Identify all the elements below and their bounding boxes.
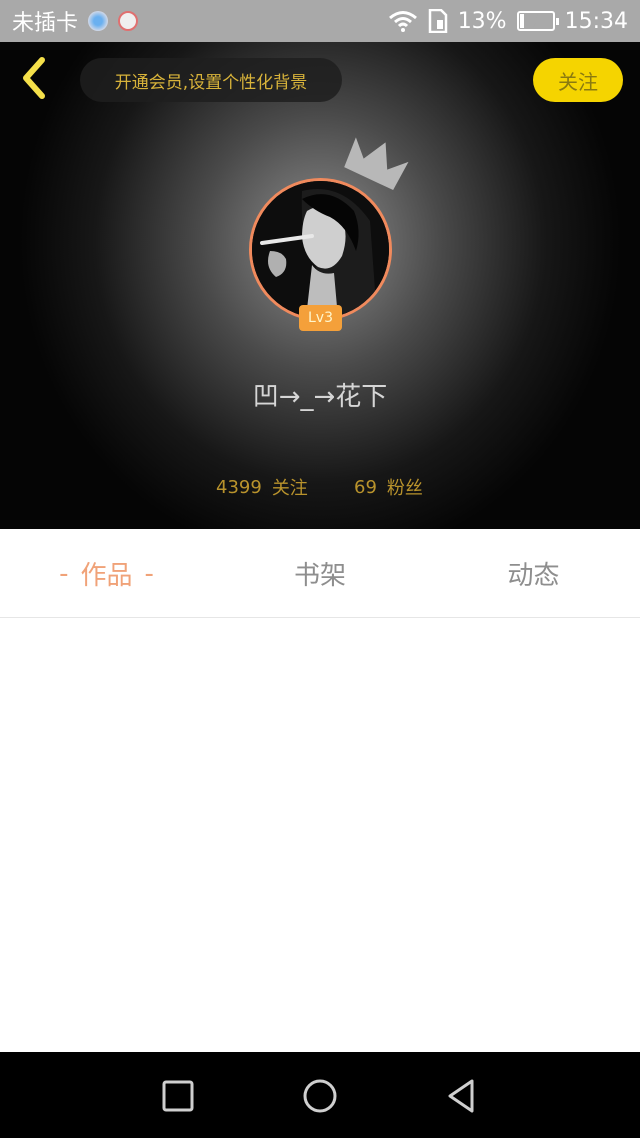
- content-area: [0, 618, 640, 1052]
- tab-active-dash-right: -: [144, 558, 154, 589]
- following-label: 关注: [271, 478, 308, 499]
- wifi-icon: [388, 11, 417, 32]
- status-left: 未插卡: [12, 5, 139, 37]
- tab-activity[interactable]: 动态: [427, 529, 640, 618]
- clock: 15:34: [564, 8, 628, 34]
- navigation-bar: [0, 1052, 640, 1138]
- app-notification-icon: [88, 11, 109, 31]
- username: 凹→_→花下: [252, 382, 388, 412]
- battery-percent: 13%: [457, 8, 507, 34]
- battery-charging-icon: [516, 11, 559, 31]
- app-notification-icon: [118, 11, 139, 31]
- avatar[interactable]: [249, 178, 392, 321]
- home-icon[interactable]: [296, 1072, 344, 1120]
- following-count: 4399: [216, 476, 262, 498]
- vip-background-prompt[interactable]: 开通会员,设置个性化背景: [80, 58, 342, 102]
- fans-count: 69: [354, 476, 377, 498]
- fans-label: 粉丝: [386, 478, 423, 499]
- avatar-image: [252, 181, 389, 318]
- tab-activity-label: 动态: [507, 561, 560, 591]
- chevron-left-icon: [23, 57, 45, 99]
- back-button[interactable]: [12, 56, 56, 100]
- carrier-label: 未插卡: [12, 11, 79, 36]
- charging-bolt-icon: [529, 14, 542, 28]
- status-right: 13% 15:34: [388, 9, 628, 34]
- fans-stat[interactable]: 69 粉丝: [354, 472, 423, 502]
- back-icon[interactable]: [438, 1072, 486, 1120]
- tab-bookshelf[interactable]: 书架: [213, 529, 427, 618]
- follow-button[interactable]: 关注: [533, 58, 623, 102]
- status-bar: 未插卡 13% 15:34: [0, 0, 640, 42]
- tab-bookshelf-label: 书架: [293, 561, 346, 591]
- tab-works[interactable]: - 作品 -: [0, 529, 213, 618]
- following-stat[interactable]: 4399 关注: [216, 472, 308, 502]
- tab-bar: - 作品 - 书架 动态: [0, 529, 640, 618]
- tab-active-dash-left: -: [59, 558, 69, 589]
- sim-icon: [428, 9, 447, 33]
- level-badge: Lv3: [299, 305, 342, 331]
- profile-header: 开通会员,设置个性化背景 关注 Lv3 凹→_→花下 4399 关注 69 粉丝: [0, 42, 640, 529]
- recent-apps-icon[interactable]: [154, 1072, 202, 1120]
- tab-works-label: 作品: [80, 561, 133, 591]
